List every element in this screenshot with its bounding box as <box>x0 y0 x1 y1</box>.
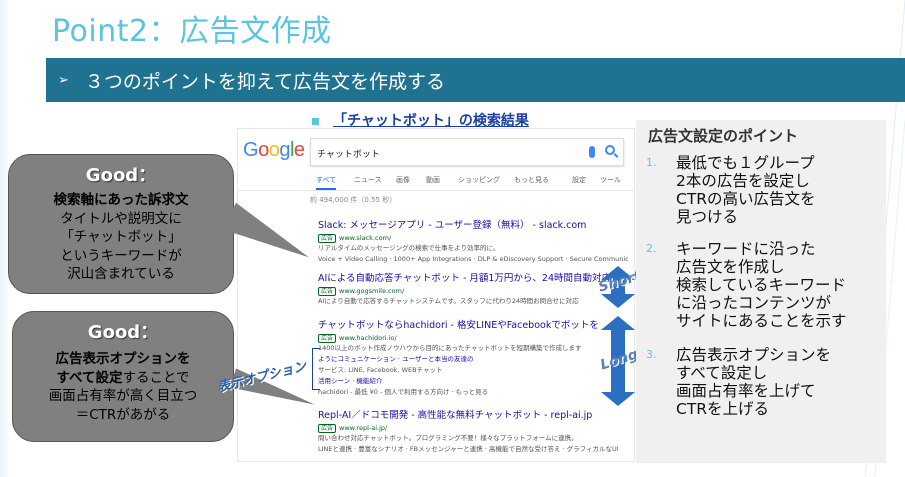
ad-url-text: www.gogsmile.com/ <box>339 287 405 295</box>
search-icon[interactable] <box>605 145 615 155</box>
point-line: すべて設定し <box>676 364 768 382</box>
callout-good-extensions: Good： 広告表示オプションを すべて設定することで 画面占有率が高く目立つ … <box>12 311 318 442</box>
tab-shopping[interactable]: ショッピング <box>458 175 500 185</box>
ad-description: AIにより自動で応答するチャットシステムです。スタッフに代わり24時間お問合せに… <box>318 297 579 305</box>
search-results-heading-text: 「チャットボット」の検索結果 <box>333 113 529 129</box>
point-line: 画面占有率を上げて <box>676 382 816 400</box>
ad-url: 広告 www.hachidori.io/ <box>318 333 628 343</box>
ad-badge: 広告 <box>318 424 337 433</box>
ad-url-text: www.slack.com/ <box>339 234 392 242</box>
panel-title: 広告文設定のポイント <box>648 127 799 145</box>
result-count: 約 494,000 件（0.55 秒） <box>310 196 397 204</box>
tab-images[interactable]: 画像 <box>396 175 410 185</box>
ad-url: 広告 www.slack.com/ <box>318 233 628 243</box>
bullet-arrow-icon: ➢ <box>58 72 69 88</box>
ad-url: 広告 www.repl-ai.jp/ <box>318 423 628 433</box>
callout-line: 「チャットボット」 <box>60 229 182 245</box>
slide-title: Point2：広告文作成 <box>52 14 332 49</box>
callout-bold-line: すべて設定 <box>56 369 123 386</box>
callout-heading: Good： <box>87 322 159 343</box>
ad-description: 問い合わせ対応チャットボット。プログラミング不要！様々なプラットフォームに連携。 <box>318 434 578 442</box>
google-logo: Google <box>243 139 305 161</box>
tab-settings[interactable]: 設定 <box>572 175 586 185</box>
tab-more[interactable]: もっと見る <box>514 175 549 185</box>
search-query: チャットボット <box>317 150 380 160</box>
point-line: 見つける <box>676 208 739 226</box>
extension-bracket <box>312 348 320 390</box>
ad-result[interactable]: チャットボットならhachidori - 格安LINEやFacebookでボット… <box>318 317 628 397</box>
ad-extension: サービス: LINE, Facebook, WEBチャット <box>318 366 443 374</box>
ad-sitelink[interactable]: 活用シーン · 機能紹介 <box>318 377 628 386</box>
search-input[interactable]: チャットボット <box>310 138 624 166</box>
ad-title[interactable]: AIによる自動応答チャットボット - 月額1万円から、24時間自動対応 <box>318 270 628 284</box>
callout-line: タイトルや説明文に <box>60 210 182 227</box>
ad-badge: 広告 <box>318 334 337 343</box>
search-tabs: すべて ニュース 画像 動画 ショッピング もっと見る 設定 ツール <box>310 175 634 190</box>
callout-heading: Good： <box>85 165 157 186</box>
ad-result[interactable]: AIによる自動応答チャットボット - 月額1万円から、24時間自動対応 広告 ww… <box>318 270 628 306</box>
tab-tools[interactable]: ツール <box>600 175 621 185</box>
tab-all[interactable]: すべて <box>316 175 337 190</box>
point-number: 1. <box>646 156 657 169</box>
point-line: 2本の広告を設定し <box>676 172 810 190</box>
point-text: 最低でも１グループ 2本の広告を設定し CTRの高い広告文を 見つける <box>676 154 816 226</box>
ad-title[interactable]: Slack: メッセージアプリ - ユーザー登録（無料） - slack.com <box>318 217 628 231</box>
point-text: キーワードに沿った 広告文を作成し 検索しているキーワード に沿ったコンテンツが… <box>676 240 847 330</box>
callout-body: 検索軸にあった訴求文 タイトルや説明文に 「チャットボット」 というキーワードが… <box>15 191 227 284</box>
ad-badge: 広告 <box>318 234 337 243</box>
ad-title[interactable]: Repl-AI／ドコモ開発 - 高性能な無料チャットボット - repl-ai.… <box>318 407 628 421</box>
point-line: キーワードに沿った <box>676 240 816 258</box>
callout-line: ＝CTRがあがる <box>75 406 171 423</box>
ad-description: Voice + Video Calling · 1000+ App Integr… <box>318 255 628 263</box>
tab-videos[interactable]: 動画 <box>426 175 440 185</box>
point-line: CTRを上げる <box>676 400 770 418</box>
point-line: サイトにあることを示す <box>676 312 847 330</box>
point-line: 広告表示オプションを <box>676 346 832 364</box>
point-text: 広告表示オプションを すべて設定し 画面占有率を上げて CTRを上げる <box>676 346 831 418</box>
google-search-screenshot: Google チャットボット すべて ニュース 画像 動画 ショッピング もっと… <box>237 128 635 462</box>
callout-bold-line: 検索軸にあった訴求文 <box>53 192 189 208</box>
ad-title[interactable]: チャットボットならhachidori - 格安LINEやFacebookでボット… <box>318 317 628 331</box>
callout-body: 広告表示オプションを すべて設定することで 画面占有率が高く目立つ ＝CTRがあ… <box>19 350 227 424</box>
ad-url-text: www.hachidori.io/ <box>339 334 397 342</box>
callout-line: 沢山含まれている <box>67 266 175 282</box>
point-line: CTRの高い広告文を <box>676 190 816 208</box>
ad-url-text: www.repl-ai.jp/ <box>339 424 388 432</box>
ad-description: リアルタイムのメッセージングの検索で仕事をより効率的に。 <box>318 244 500 252</box>
callout-good-keywords: Good： 検索軸にあった訴求文 タイトルや説明文に 「チャットボット」 という… <box>8 154 316 294</box>
ad-extension: hachidori - 最低 ¥0 - 個人で利用する方向け · もっと見る <box>318 388 489 396</box>
section-banner: ➢ ３つのポイントを抑えて広告文を作成する <box>46 58 905 102</box>
point-line: 検索しているキーワード <box>676 276 847 294</box>
point-number: 3. <box>646 348 657 361</box>
point-line: 広告文を作成し <box>676 258 785 276</box>
ad-result[interactable]: Slack: メッセージアプリ - ユーザー登録（無料） - slack.com… <box>318 217 628 264</box>
point-number: 2. <box>646 242 657 255</box>
callout-line: というキーワードが <box>60 247 182 264</box>
ad-description: LINEと連携 · 豊富なシナリオ · FBメッセンジャーと連携 · 高機能で自… <box>318 445 619 453</box>
point-line: に沿ったコンテンツが <box>676 294 832 312</box>
ad-badge: 広告 <box>318 287 337 296</box>
callout-line: することで <box>122 369 190 386</box>
tab-news[interactable]: ニュース <box>354 175 382 185</box>
callout-line: 画面占有率が高く目立つ <box>48 388 198 404</box>
banner-text: ３つのポイントを抑えて広告文を作成する <box>84 70 445 93</box>
points-panel: 広告文設定のポイント 1. 最低でも１グループ 2本の広告を設定し CTRの高い… <box>636 120 886 463</box>
bullet-square-icon <box>312 117 319 125</box>
ad-result[interactable]: Repl-AI／ドコモ開発 - 高性能な無料チャットボット - repl-ai.… <box>318 407 628 454</box>
search-results-heading[interactable]: 「チャットボット」の検索結果 <box>312 110 529 130</box>
ad-description: 1400以上のボット作成ノウハウから目的にあったチャットボットを短期構築で作成し… <box>318 344 582 352</box>
mic-icon[interactable] <box>589 146 595 158</box>
tabs-divider <box>238 190 634 191</box>
callout-bold-line: 広告表示オプションを <box>55 351 191 367</box>
point-line: 最低でも１グループ <box>676 154 815 172</box>
ad-url: 広告 www.gogsmile.com/ <box>318 286 628 296</box>
ad-sitelink[interactable]: ようにコミュニケーション · ユーザーと本当の友達の <box>318 355 628 364</box>
